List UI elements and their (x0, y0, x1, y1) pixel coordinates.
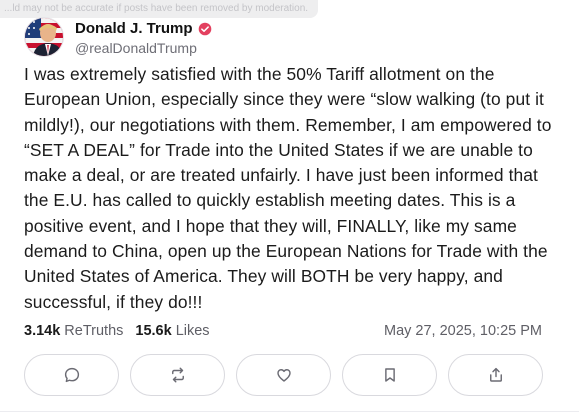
post-action-bar (24, 354, 543, 398)
likes-stat[interactable]: 15.6k Likes (135, 323, 209, 339)
likes-count: 15.6k (135, 323, 172, 339)
post-header: Donald J. Trump @realDonaldTrump (24, 16, 212, 58)
retruths-count: 3.14k (24, 323, 61, 339)
retruth-button[interactable] (130, 354, 225, 396)
bookmark-icon (384, 368, 395, 382)
share-icon (489, 367, 502, 382)
author-handle[interactable]: @realDonaldTrump (75, 40, 212, 56)
author-display-name[interactable]: Donald J. Trump (75, 20, 193, 37)
heart-icon (276, 369, 291, 382)
bookmark-button[interactable] (342, 354, 437, 396)
post-text: I was extremely satisfied with the 50% T… (24, 64, 552, 312)
like-button[interactable] (236, 354, 331, 396)
avatar[interactable] (24, 17, 64, 57)
post-stats: 3.14k ReTruths 15.6k Likes May 27, 2025, 1… (24, 323, 542, 339)
avatar-image (25, 18, 63, 56)
share-button[interactable] (448, 354, 543, 396)
verified-badge-icon (198, 22, 211, 35)
post-timestamp[interactable]: May 27, 2025, 10:25 PM (384, 323, 542, 339)
repost-icon (171, 367, 184, 383)
divider (0, 411, 579, 412)
retruths-stat[interactable]: 3.14k ReTruths (24, 323, 123, 339)
reply-button[interactable] (24, 354, 119, 396)
comment-icon (64, 367, 79, 383)
likes-label: Likes (175, 323, 210, 339)
retruths-label: ReTruths (64, 323, 124, 339)
